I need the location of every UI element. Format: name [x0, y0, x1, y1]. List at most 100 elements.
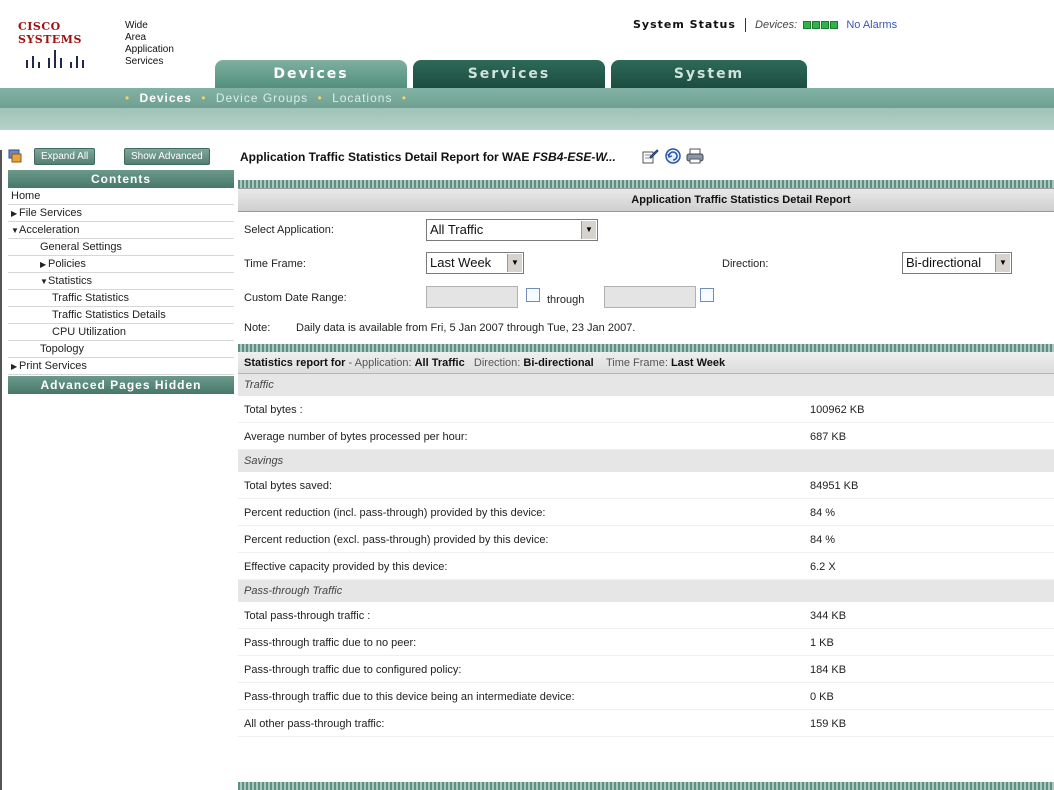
tab-system[interactable]: System [611, 60, 807, 90]
stats-application-value: All Traffic [414, 357, 465, 369]
note-row: Note: Daily data is available from Fri, … [238, 314, 1054, 342]
stat-value: 687 KB [810, 431, 847, 443]
contents-heading: Contents [8, 170, 234, 188]
sidebar-item-policies[interactable]: ▶ Policies [8, 256, 234, 273]
main-tabs: Devices Services System [200, 60, 850, 90]
tab-devices[interactable]: Devices [215, 60, 407, 90]
collapsed-triangle-icon[interactable]: ▶ [11, 206, 19, 222]
table-row: Percent reduction (excl. pass-through) p… [238, 526, 1054, 553]
panel-bottom-stripe [238, 782, 1054, 790]
sidebar-tree: Home ▶ File Services ▼Acceleration General S… [8, 188, 234, 375]
tab-services[interactable]: Services [413, 60, 605, 90]
stat-value: 344 KB [810, 610, 847, 622]
table-row: Average number of bytes processed per ho… [238, 423, 1054, 450]
expanded-triangle-icon[interactable]: ▼ [11, 223, 19, 239]
refresh-icon[interactable] [664, 147, 682, 165]
table-row: Pass-through traffic due to this device … [238, 683, 1054, 710]
calendar-icon[interactable] [700, 288, 714, 302]
contents-menu-icon[interactable] [8, 149, 22, 163]
stat-label: Total bytes saved: [244, 480, 333, 492]
stat-label: All other pass-through traffic: [244, 718, 385, 730]
sidebar-item-general-settings[interactable]: General Settings [8, 239, 234, 256]
sidebar-item-traffic-statistics[interactable]: Traffic Statistics [8, 290, 234, 307]
table-row: Total bytes saved: 84951 KB [238, 472, 1054, 499]
table-row: Effective capacity provided by this devi… [238, 553, 1054, 580]
stat-value: 100962 KB [810, 404, 865, 416]
sidebar-item-cpu-utilization[interactable]: CPU Utilization [8, 324, 234, 341]
stat-label: Total bytes : [244, 404, 303, 416]
subnav: • Devices • Device Groups • Locations • [125, 91, 407, 105]
sidebar-item-label: Policies [48, 258, 86, 270]
app-header: CISCO SYSTEMS Wide Area Application Serv… [0, 0, 1054, 150]
direction-label: Direction: [722, 258, 769, 270]
custom-date-range-row: Custom Date Range: through [238, 280, 1054, 314]
system-status-label[interactable]: System Status [633, 18, 736, 31]
panel-stripe [238, 344, 1054, 352]
stats-time-frame-value: Last Week [670, 357, 726, 369]
direction-dropdown[interactable]: Bi-directional ▼ [902, 252, 1012, 274]
chevron-down-icon: ▼ [581, 221, 596, 239]
subnav-locations[interactable]: Locations [332, 91, 392, 105]
section-heading: Savings [238, 450, 1054, 472]
sidebar-item-label: CPU Utilization [52, 326, 126, 338]
collapsed-triangle-icon[interactable]: ▶ [11, 359, 19, 375]
panel-stripe [238, 180, 1054, 188]
header-bottom-band [0, 108, 1054, 130]
report-panel: Application Traffic Statistics Detail Re… [238, 180, 1054, 790]
sidebar-item-label: General Settings [40, 241, 122, 253]
sidebar-item-acceleration[interactable]: ▼Acceleration [8, 222, 234, 239]
device-status-leds-icon[interactable] [803, 19, 842, 31]
table-row: All other pass-through traffic: 159 KB [238, 710, 1054, 737]
select-application-row: Select Application: All Traffic ▼ [238, 212, 1054, 246]
advanced-pages-hidden-label: Advanced Pages Hidden [8, 376, 234, 394]
sidebar-item-home[interactable]: Home [8, 188, 234, 205]
calendar-icon[interactable] [526, 288, 540, 302]
stats-direction-value: Bi-directional [523, 357, 594, 369]
end-date-field[interactable] [604, 286, 696, 308]
stat-label: Total pass-through traffic : [244, 610, 371, 622]
stat-value: 184 KB [810, 664, 847, 676]
collapsed-triangle-icon[interactable]: ▶ [40, 257, 48, 273]
chevron-down-icon: ▼ [507, 254, 522, 272]
stat-label: Percent reduction (excl. pass-through) p… [244, 534, 549, 546]
sidebar-item-traffic-statistics-details[interactable]: Traffic Statistics Details [8, 307, 234, 324]
time-frame-row: Time Frame: Last Week ▼ Direction: Bi-di… [238, 246, 1054, 280]
no-alarms-link[interactable]: No Alarms [846, 19, 897, 31]
stat-label: Pass-through traffic due to configured p… [244, 664, 462, 676]
stat-value: 84 % [810, 507, 836, 519]
note-text: Daily data is available from Fri, 5 Jan … [296, 322, 636, 334]
sidebar-item-label: Print Services [19, 360, 87, 372]
select-application-label: Select Application: [244, 224, 334, 236]
start-date-field[interactable] [426, 286, 518, 308]
product-name: Wide Area Application Services [125, 20, 174, 67]
custom-date-range-label: Custom Date Range: [244, 292, 347, 304]
section-heading: Traffic [238, 374, 1054, 396]
stat-label: Average number of bytes processed per ho… [244, 431, 468, 443]
sidebar-item-statistics[interactable]: ▼Statistics [8, 273, 234, 290]
sidebar-item-label: Statistics [48, 275, 93, 287]
subnav-devices[interactable]: Devices [140, 91, 192, 105]
sidebar-item-topology[interactable]: Topology [8, 341, 234, 358]
edit-report-icon[interactable] [641, 147, 659, 165]
expand-all-button[interactable]: Expand All [34, 148, 96, 165]
sidebar-item-label: Traffic Statistics Details [52, 309, 166, 321]
table-row: Pass-through traffic due to no peer: 1 KB [238, 629, 1054, 656]
print-icon[interactable] [686, 147, 704, 165]
time-frame-dropdown[interactable]: Last Week ▼ [426, 252, 524, 274]
sidebar-item-label: Traffic Statistics [52, 292, 130, 304]
statistics-table: Traffic Total bytes : 100962 KB Average num… [238, 374, 1054, 737]
expanded-triangle-icon[interactable]: ▼ [40, 274, 48, 290]
note-label: Note: [244, 322, 271, 334]
sidebar-item-print-services[interactable]: ▶ Print Services [8, 358, 234, 375]
select-application-dropdown[interactable]: All Traffic ▼ [426, 219, 598, 241]
sidebar-item-label: Topology [40, 343, 85, 355]
devices-label: Devices: [755, 19, 798, 31]
subnav-device-groups[interactable]: Device Groups [216, 91, 308, 105]
show-advanced-button[interactable]: Show Advanced [124, 148, 210, 165]
sidebar-item-file-services[interactable]: ▶ File Services [8, 205, 234, 222]
cisco-bridge-logo-icon [20, 42, 96, 68]
stat-value: 1 KB [810, 637, 834, 649]
system-status: System Status Devices: No Alarms [633, 18, 897, 33]
stat-value: 6.2 X [810, 561, 836, 573]
table-row: Total pass-through traffic : 344 KB [238, 602, 1054, 629]
